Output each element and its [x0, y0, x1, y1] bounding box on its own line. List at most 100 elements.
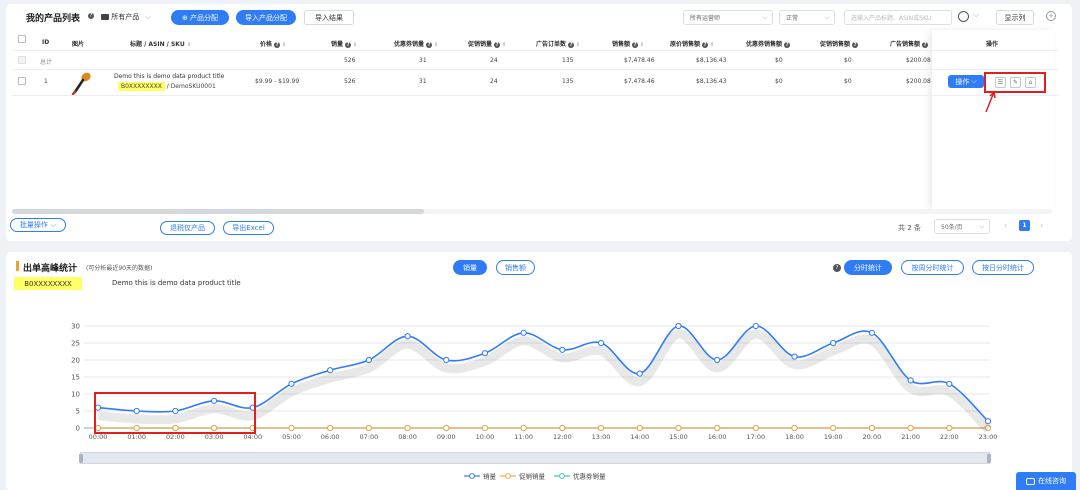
chart-zoom-slider[interactable]: [79, 452, 991, 464]
data-point: [172, 424, 179, 432]
data-point: [559, 424, 566, 432]
folder-selector[interactable]: 所有产品 ⌵: [101, 12, 151, 22]
sort-icon: ⇕: [502, 42, 507, 48]
data-point: [559, 346, 566, 353]
data-point: [520, 329, 527, 336]
sort-icon: ⇕: [640, 42, 645, 48]
column-header-sales[interactable]: 销量? ⇕: [331, 39, 357, 48]
data-point: [791, 424, 798, 432]
help-icon: ?: [345, 41, 352, 48]
row-divider: [12, 69, 1058, 70]
data-point: [830, 339, 837, 347]
y-tick-label: 20: [71, 357, 80, 365]
column-header-revenue[interactable]: 销售额? ⇕: [612, 39, 644, 48]
row-revenue: $7,478.46: [624, 78, 655, 85]
total-coupon-revenue: $0: [775, 57, 783, 64]
x-tick-label: 10:00: [476, 433, 495, 441]
page-title: 我的产品列表: [26, 14, 81, 24]
x-tick-label: 03:00: [205, 433, 224, 441]
help-icon: ?: [426, 41, 433, 48]
product-assign-button[interactable]: ⊕ 产品分配: [171, 10, 229, 25]
x-tick-label: 11:00: [514, 433, 533, 441]
chevron-down-icon[interactable]: ⌵: [973, 10, 979, 20]
fixed-action-column: [932, 30, 1054, 210]
search-input[interactable]: 选输入产品标题、ASIN或SKU: [844, 10, 952, 25]
column-header-promo-revenue[interactable]: 促销销售额?: [820, 39, 859, 48]
export-excel-button[interactable]: 导出Excel: [223, 221, 274, 235]
row-price: $9.99 - $19.99: [255, 78, 300, 85]
help-icon: ?: [494, 41, 501, 48]
data-point: [481, 350, 489, 357]
column-header-ad-revenue[interactable]: 广告销售额?: [890, 39, 929, 48]
column-header-coupon-sales[interactable]: 优惠券销量? ⇕: [394, 39, 438, 48]
column-header-ad-orders[interactable]: 广告订单数? ⇕: [536, 39, 580, 48]
column-header-original-revenue[interactable]: 原价销售额? ⇕: [670, 39, 714, 48]
page-size-select[interactable]: 50条/页 ⌵: [934, 219, 990, 234]
x-tick-label: 06:00: [321, 433, 340, 441]
transfer-product-button[interactable]: 退税仅产品: [160, 221, 215, 235]
row-checkbox[interactable]: [18, 77, 26, 85]
legend-label: 优惠券销量: [573, 472, 606, 481]
row-title[interactable]: Demo this is demo data product title: [114, 73, 224, 80]
legend-label: 促销销量: [519, 472, 546, 481]
row-sku: DemoSKU0001: [170, 83, 216, 90]
horizontal-scrollbar-thumb[interactable]: [12, 209, 424, 214]
y-tick-label: 25: [71, 340, 80, 348]
column-header-id: ID: [42, 39, 50, 46]
data-point: [984, 418, 992, 425]
data-point: [636, 370, 643, 377]
select-all-checkbox[interactable]: [18, 35, 26, 43]
chat-icon: [1026, 477, 1035, 485]
data-point: [752, 322, 759, 330]
search-icon[interactable]: [958, 11, 969, 22]
help-icon: ?: [568, 41, 575, 48]
y-tick-label: 5: [76, 408, 80, 416]
row-sales: 526: [344, 78, 356, 85]
data-point: [907, 377, 914, 384]
column-header-title[interactable]: 标题 / ASIN / SKU ⇕: [130, 39, 191, 48]
x-tick-label: 18:00: [785, 433, 804, 441]
next-page-icon[interactable]: ›: [1040, 221, 1043, 230]
data-point: [714, 424, 721, 432]
column-header-promo-sales[interactable]: 促销销量? ⇕: [468, 39, 506, 48]
zoom-handle-right[interactable]: [987, 454, 991, 463]
total-row-checkbox: [18, 56, 26, 64]
total-ad-revenue: $200.08: [906, 57, 931, 64]
zoom-handle-left[interactable]: [79, 454, 83, 463]
import-result-button[interactable]: 导入结果: [304, 10, 354, 25]
x-tick-label: 07:00: [360, 433, 379, 441]
status-filter-select[interactable]: 正常 ⌵: [779, 10, 835, 25]
data-point: [404, 333, 411, 340]
help-icon[interactable]: ?: [88, 13, 94, 19]
online-chat-button[interactable]: 在线咨询: [1016, 472, 1076, 490]
header-divider: [12, 50, 1058, 51]
chevron-down-icon: ⌵: [971, 77, 977, 85]
row-original-revenue: $8,136.43: [696, 78, 727, 85]
horizontal-scrollbar-track[interactable]: [12, 209, 1052, 214]
row-promo-sales: 24: [490, 78, 498, 85]
display-columns-button[interactable]: 显示列: [996, 10, 1034, 25]
product-image[interactable]: [70, 70, 94, 96]
column-header-coupon-revenue[interactable]: 优惠券销售额?: [746, 39, 791, 48]
annotation-arrow: [985, 90, 996, 113]
chevron-down-icon: ⌵: [979, 223, 984, 230]
data-point: [791, 353, 798, 360]
prev-page-icon[interactable]: ‹: [1004, 221, 1007, 230]
x-tick-label: 16:00: [708, 433, 727, 441]
total-sales: 526: [344, 57, 356, 64]
batch-operation-dropdown[interactable]: 批量操作 ⌵: [10, 218, 66, 232]
legend-marker: [559, 473, 565, 479]
column-header-price[interactable]: 价格? ⇕: [260, 39, 286, 48]
data-point: [868, 329, 876, 336]
row-asin-sku: B0XXXXXXXX / DemoSKU0001: [118, 82, 216, 91]
data-point: [288, 380, 295, 387]
x-tick-label: 01:00: [127, 433, 146, 441]
import-assign-button[interactable]: 导入产品分配: [236, 10, 296, 25]
data-point: [172, 407, 179, 415]
data-point: [94, 404, 102, 411]
operator-filter-select[interactable]: 所有运营师 ⌵: [683, 10, 773, 25]
row-asin[interactable]: B0XXXXXXXX: [118, 82, 165, 91]
add-icon[interactable]: +: [1046, 11, 1056, 21]
page-number-current[interactable]: 1: [1019, 220, 1030, 231]
row-action-dropdown[interactable]: 操作 ⌵: [948, 75, 984, 88]
